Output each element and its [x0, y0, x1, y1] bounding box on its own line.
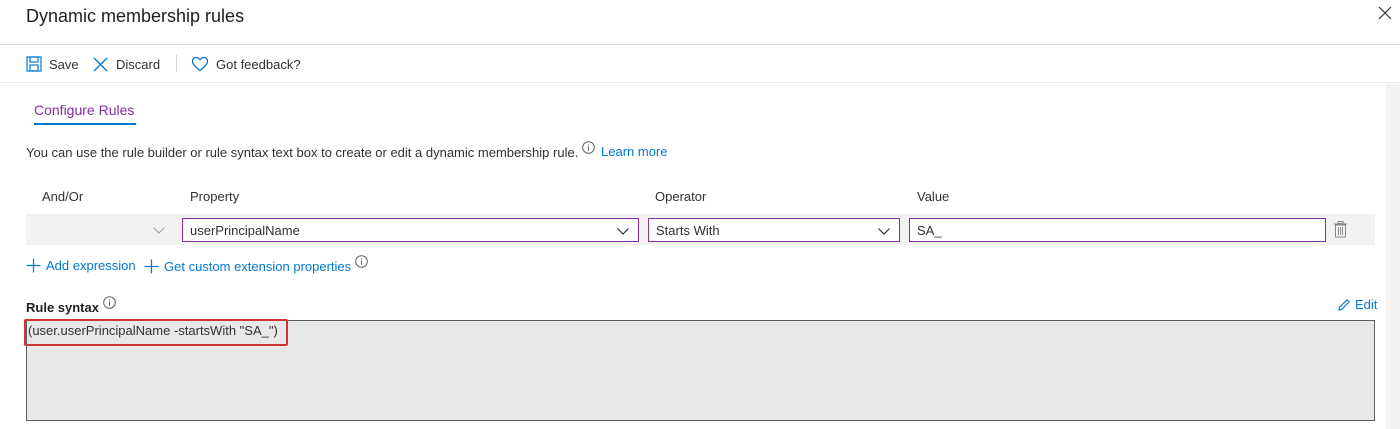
rule-syntax-heading: Rule syntax: [26, 296, 116, 315]
info-icon[interactable]: [103, 296, 116, 312]
edit-syntax-button[interactable]: Edit: [1337, 297, 1377, 312]
discard-label: Discard: [116, 56, 161, 72]
column-header-andor: And/Or: [42, 189, 84, 204]
andor-select[interactable]: [34, 218, 174, 242]
command-bar-divider: [0, 82, 1400, 83]
add-expression-label: Add expression: [46, 258, 136, 273]
custom-extension-button[interactable]: Get custom extension properties: [144, 255, 373, 274]
property-value: userPrincipalName: [190, 223, 300, 238]
plus-icon: [26, 258, 41, 273]
custom-extension-label: Get custom extension properties: [164, 258, 352, 274]
chevron-down-icon: [617, 228, 629, 235]
command-separator: [176, 55, 177, 72]
learn-more-link[interactable]: Learn more: [601, 144, 667, 159]
page-title: Dynamic membership rules: [26, 6, 245, 26]
column-header-property: Property: [190, 189, 240, 204]
value-input[interactable]: SA_: [909, 218, 1326, 242]
heart-icon: [191, 56, 209, 72]
discard-button[interactable]: Discard: [92, 53, 160, 75]
vertical-scrollbar[interactable]: [1386, 84, 1400, 429]
chevron-down-icon: [153, 227, 165, 234]
save-icon: [26, 56, 42, 72]
trash-icon: [1334, 221, 1347, 238]
feedback-label: Got feedback?: [216, 56, 301, 72]
property-dropdown[interactable]: userPrincipalName: [182, 218, 639, 242]
close-icon: [1378, 6, 1392, 20]
edit-label: Edit: [1355, 297, 1378, 312]
tab-configure-rules[interactable]: Configure Rules: [34, 102, 134, 118]
column-header-operator: Operator: [655, 189, 707, 204]
operator-value: Starts With: [656, 223, 720, 238]
rule-syntax-label: Rule syntax: [26, 299, 99, 315]
tab-active-indicator: [34, 123, 136, 125]
description-label: You can use the rule builder or rule syn…: [26, 144, 579, 160]
chevron-down-icon: [878, 228, 890, 235]
header-divider: [0, 44, 1400, 45]
discard-icon: [93, 57, 108, 71]
column-header-value: Value: [917, 189, 950, 204]
delete-row-button[interactable]: [1333, 221, 1348, 243]
info-icon[interactable]: [582, 141, 596, 157]
operator-dropdown[interactable]: Starts With: [648, 218, 900, 242]
add-expression-button[interactable]: Add expression: [26, 258, 136, 273]
save-button[interactable]: Save: [26, 53, 79, 75]
plus-icon: [144, 259, 159, 273]
description-text: You can use the rule builder or rule syn…: [26, 141, 596, 160]
highlight-annotation: [24, 319, 288, 346]
pencil-icon: [1338, 298, 1350, 311]
info-icon[interactable]: [355, 255, 373, 271]
feedback-button[interactable]: Got feedback?: [191, 53, 301, 75]
close-button[interactable]: [1376, 4, 1394, 22]
save-label: Save: [49, 56, 79, 72]
